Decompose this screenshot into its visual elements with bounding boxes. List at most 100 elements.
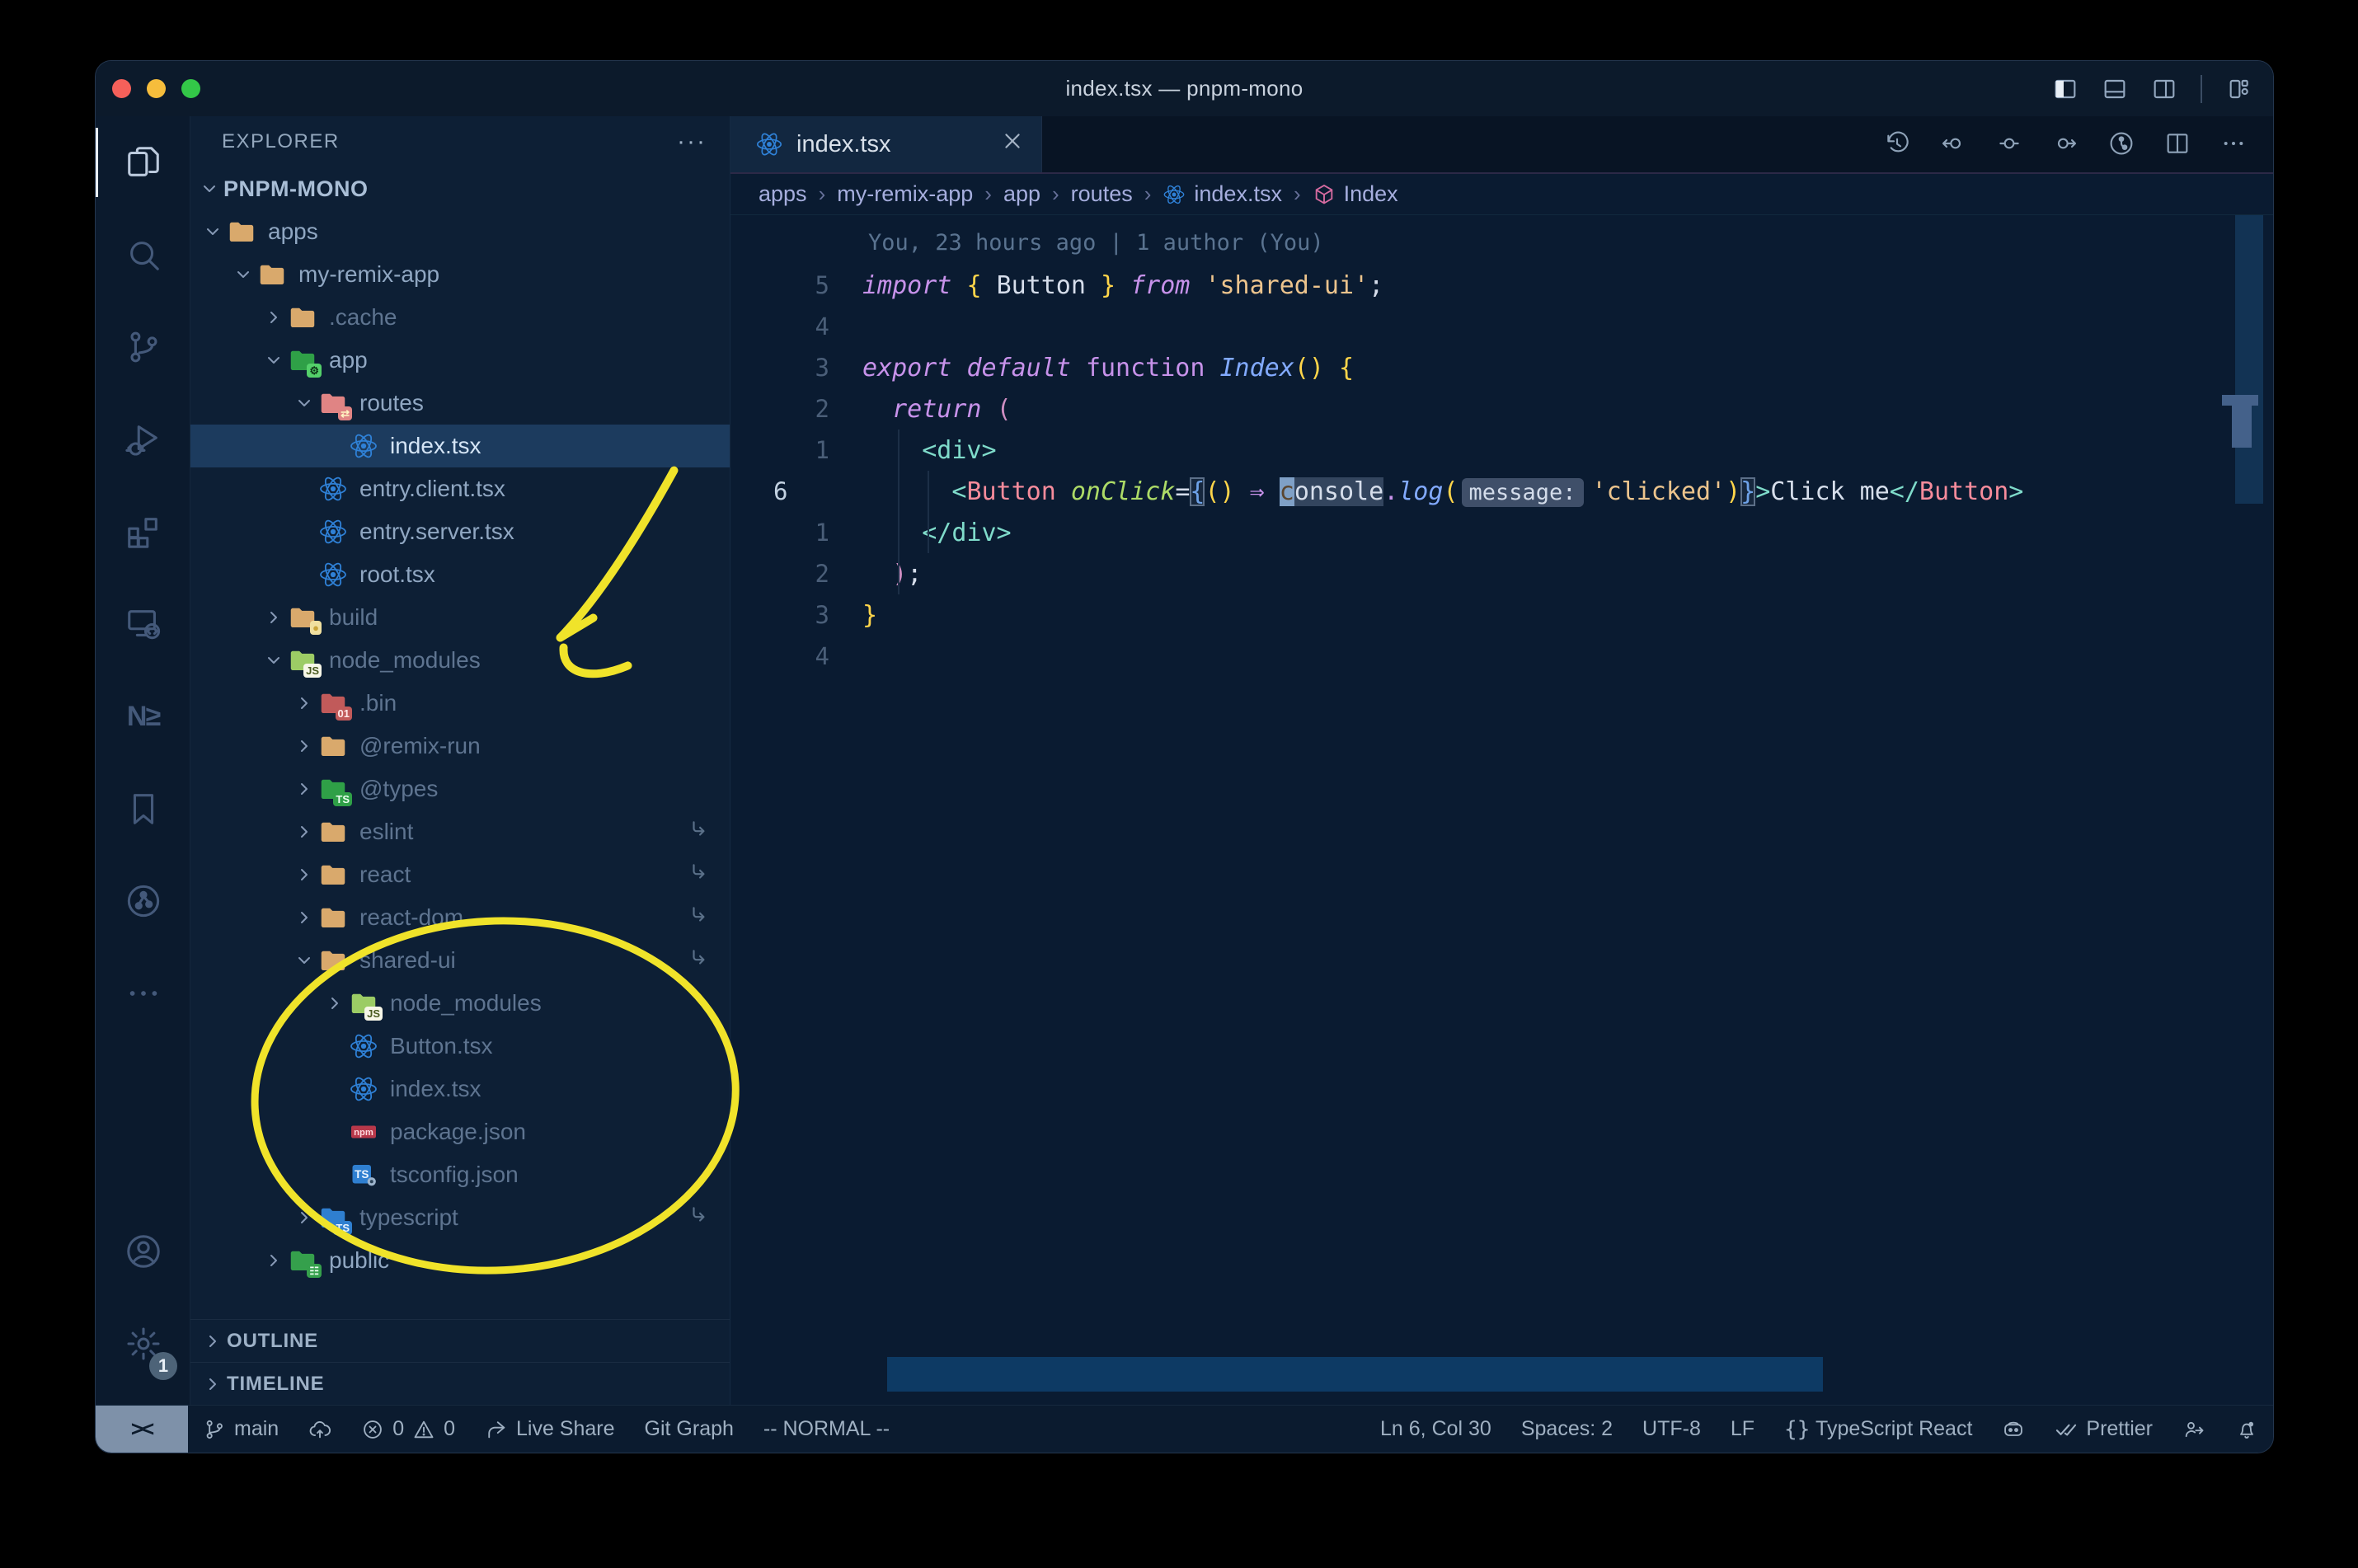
- sidebar-section-outline[interactable]: OUTLINE: [190, 1319, 730, 1362]
- status-feedback[interactable]: [2168, 1406, 2220, 1453]
- tab-index-tsx[interactable]: index.tsx: [730, 116, 1042, 172]
- next-change-icon[interactable]: [2052, 130, 2080, 158]
- status-indentation[interactable]: Spaces: 2: [1506, 1406, 1628, 1453]
- tree-item--bin[interactable]: 01 .bin: [190, 682, 730, 725]
- activity-more-views[interactable]: [96, 947, 190, 1040]
- line-number[interactable]: 2: [730, 395, 862, 423]
- tree-item-routes[interactable]: ⇄ routes: [190, 382, 730, 425]
- tree-item--cache[interactable]: .cache: [190, 296, 730, 339]
- tree-item-shared-ui[interactable]: shared-ui: [190, 939, 730, 982]
- line-number[interactable]: 4: [730, 642, 862, 670]
- status-branch[interactable]: main: [188, 1406, 294, 1453]
- status-encoding[interactable]: UTF-8: [1628, 1406, 1716, 1453]
- activity-source-control[interactable]: [96, 301, 190, 393]
- tree-item-react[interactable]: react: [190, 853, 730, 896]
- tree-item-app[interactable]: ⚙ app: [190, 339, 730, 382]
- code-line[interactable]: 4: [730, 306, 2273, 347]
- status-notifications[interactable]: [2220, 1406, 2273, 1453]
- status-problems[interactable]: 00: [346, 1406, 470, 1453]
- line-number[interactable]: 3: [730, 354, 862, 382]
- explorer-more-actions-icon[interactable]: ···: [677, 128, 707, 156]
- code-line-current[interactable]: 6 <Button onClick={() ⇒ console.log(mess…: [730, 471, 2273, 512]
- tree-item-my-remix-app[interactable]: my-remix-app: [190, 253, 730, 296]
- tree-item--remix-run[interactable]: @remix-run: [190, 725, 730, 768]
- status-formatter[interactable]: Prettier: [2040, 1406, 2168, 1453]
- activity-git-graph[interactable]: [96, 855, 190, 947]
- status-cursor-position[interactable]: Ln 6, Col 30: [1365, 1406, 1506, 1453]
- tree-item--types[interactable]: TS @types: [190, 768, 730, 810]
- activity-accounts[interactable]: [96, 1205, 190, 1298]
- line-number[interactable]: 5: [730, 271, 862, 299]
- code-line[interactable]: 1 </div>: [730, 512, 2273, 553]
- history-icon[interactable]: [1884, 130, 1912, 158]
- activity-search[interactable]: [96, 209, 190, 301]
- activity-run-debug[interactable]: [96, 393, 190, 486]
- activity-bookmarks[interactable]: [96, 763, 190, 855]
- prev-change-icon[interactable]: [1940, 130, 1968, 158]
- line-number[interactable]: 1: [730, 436, 862, 464]
- tree-root-pnpm-mono[interactable]: PNPM-MONO: [190, 167, 730, 210]
- change-icon[interactable]: [1996, 130, 2024, 158]
- tree-item-button-tsx[interactable]: Button.tsx: [190, 1025, 730, 1068]
- tree-item-entry-server-tsx[interactable]: entry.server.tsx: [190, 510, 730, 553]
- activity-explorer[interactable]: [96, 116, 190, 209]
- minimize-window-button[interactable]: [147, 79, 166, 98]
- sidebar-section-timeline[interactable]: TIMELINE: [190, 1362, 730, 1405]
- tree-item-apps[interactable]: apps: [190, 210, 730, 253]
- status-language-mode[interactable]: {} TypeScript React: [1769, 1406, 1987, 1453]
- line-number[interactable]: 4: [730, 312, 862, 340]
- breadcrumb-routes[interactable]: routes: [1071, 181, 1133, 207]
- tree-item-react-dom[interactable]: react-dom: [190, 896, 730, 939]
- vertical-scrollbar[interactable]: [2222, 215, 2263, 504]
- tree-item-root-tsx[interactable]: root.tsx: [190, 553, 730, 596]
- tree-item-index-tsx[interactable]: index.tsx: [190, 1068, 730, 1110]
- tree-item-typescript[interactable]: TS typescript: [190, 1196, 730, 1239]
- line-number[interactable]: 2: [730, 560, 862, 588]
- status-eol[interactable]: LF: [1716, 1406, 1769, 1453]
- code-line[interactable]: 3 export default function Index() {: [730, 347, 2273, 388]
- code-line[interactable]: 5 import { Button } from 'shared-ui';: [730, 265, 2273, 306]
- code-line[interactable]: 1 <div>: [730, 430, 2273, 471]
- tree-item-eslint[interactable]: eslint: [190, 810, 730, 853]
- status-live-share[interactable]: Live Share: [470, 1406, 630, 1453]
- code-line[interactable]: 3}: [730, 594, 2273, 636]
- status-copilot[interactable]: [1987, 1406, 2040, 1453]
- tree-item-node-modules[interactable]: JS node_modules: [190, 982, 730, 1025]
- customize-layout-icon[interactable]: [2225, 76, 2252, 102]
- status-remote[interactable]: ><: [96, 1406, 188, 1453]
- tree-item-node-modules[interactable]: JS node_modules: [190, 639, 730, 682]
- close-tab-icon[interactable]: [1002, 130, 1023, 158]
- toggle-secondary-sidebar-icon[interactable]: [2151, 76, 2177, 102]
- status-sync[interactable]: [294, 1406, 346, 1453]
- graph-circle-icon[interactable]: [2108, 130, 2136, 158]
- activity-remote-explorer[interactable]: [96, 578, 190, 670]
- breadcrumb-apps[interactable]: apps: [759, 181, 807, 207]
- toggle-sidebar-icon[interactable]: [2052, 76, 2079, 102]
- close-window-button[interactable]: [112, 79, 131, 98]
- tree-item-package-json[interactable]: npm package.json: [190, 1110, 730, 1153]
- zoom-window-button[interactable]: [181, 79, 200, 98]
- line-number[interactable]: 3: [730, 601, 862, 629]
- code-editor[interactable]: You, 23 hours ago | 1 author (You) 5 impo…: [730, 215, 2273, 1405]
- line-number[interactable]: 6: [730, 477, 862, 505]
- status-git-graph[interactable]: Git Graph: [630, 1406, 749, 1453]
- breadcrumb-index[interactable]: Index: [1313, 181, 1398, 207]
- code-line[interactable]: 2 );: [730, 553, 2273, 594]
- ellipsis-icon[interactable]: [2220, 130, 2248, 158]
- breadcrumb-my-remix-app[interactable]: my-remix-app: [837, 181, 973, 207]
- code-line[interactable]: 4: [730, 636, 2273, 677]
- toggle-panel-icon[interactable]: [2102, 76, 2128, 102]
- code-line[interactable]: 2 return (: [730, 388, 2273, 430]
- tree-item-public[interactable]: ☷ public: [190, 1239, 730, 1282]
- tree-item-build[interactable]: ● build: [190, 596, 730, 639]
- line-number[interactable]: 1: [730, 519, 862, 547]
- tree-item-index-tsx[interactable]: index.tsx: [190, 425, 730, 467]
- split-editor-icon[interactable]: [2164, 130, 2192, 158]
- activity-extensions[interactable]: [96, 486, 190, 578]
- activity-nx-console[interactable]: N≥: [96, 670, 190, 763]
- breadcrumb-app[interactable]: app: [1003, 181, 1040, 207]
- breadcrumb-index-tsx[interactable]: index.tsx: [1163, 181, 1282, 207]
- tree-item-entry-client-tsx[interactable]: entry.client.tsx: [190, 467, 730, 510]
- activity-settings[interactable]: 1: [96, 1298, 190, 1390]
- status-vim-mode[interactable]: -- NORMAL --: [749, 1406, 904, 1453]
